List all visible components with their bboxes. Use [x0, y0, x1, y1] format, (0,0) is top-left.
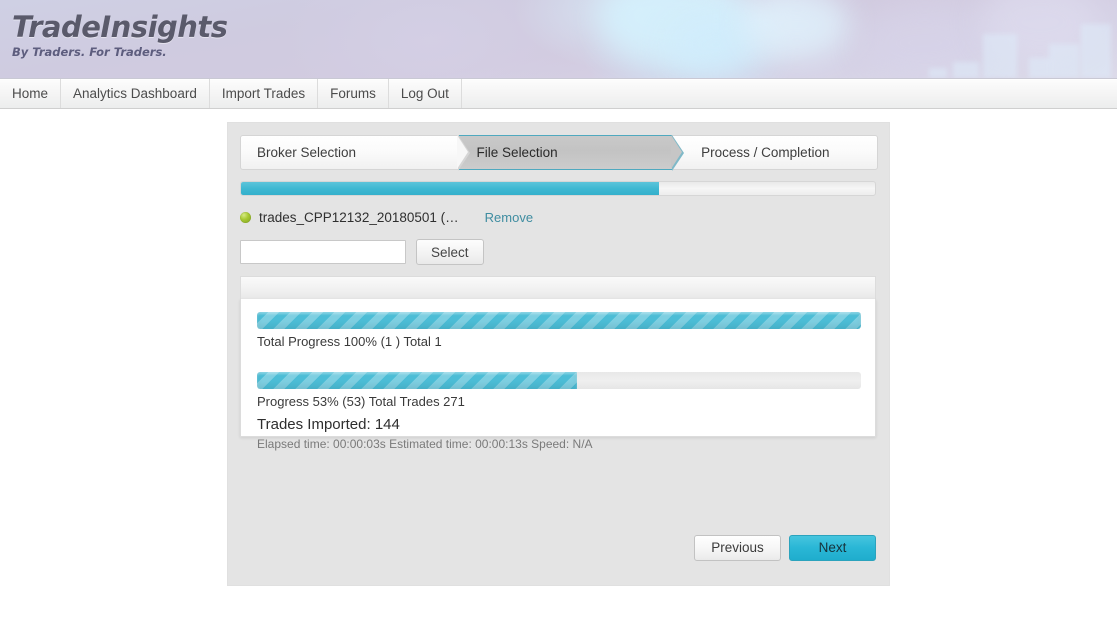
wizard-step-label: Broker Selection [257, 145, 357, 160]
wizard-step-file-selection[interactable]: File Selection [458, 135, 685, 171]
nav-item-log-out[interactable]: Log Out [389, 79, 462, 108]
select-file-button[interactable]: Select [416, 239, 484, 265]
wizard-footer-buttons: Previous Next [694, 535, 876, 561]
site-logo[interactable]: TradeInsights By Traders. For Traders. [12, 13, 228, 59]
logo-title: TradeInsights [12, 10, 228, 44]
trades-imported-label: Trades Imported: 144 [257, 416, 400, 433]
results-panel-header [240, 276, 876, 299]
overall-progress-fill [241, 182, 660, 195]
main-navigation: Home Analytics Dashboard Import Trades F… [0, 79, 1117, 109]
header-pixel-blocks [787, 16, 1117, 78]
step-chevron-inner-icon [456, 135, 468, 169]
wizard-step-label: File Selection [476, 145, 558, 160]
wizard-step-broker-selection[interactable]: Broker Selection [240, 135, 470, 171]
wizard-steps: Broker Selection File Selection Process … [240, 135, 879, 171]
file-select-row: Select [240, 239, 484, 265]
wizard-step-label: Process / Completion [701, 145, 830, 160]
import-wizard-card: Broker Selection File Selection Process … [228, 123, 889, 585]
trade-progress-track [257, 372, 861, 389]
logo-tagline: By Traders. For Traders. [12, 45, 167, 59]
total-progress-fill [257, 312, 861, 329]
step-chevron-inner-icon [671, 135, 683, 169]
page-body: Broker Selection File Selection Process … [0, 109, 1117, 620]
nav-item-import-trades[interactable]: Import Trades [210, 79, 319, 108]
nav-item-forums[interactable]: Forums [318, 79, 389, 108]
previous-button[interactable]: Previous [694, 535, 781, 561]
selected-file-row: trades_CPP12132_20180501 (… Remove [240, 205, 876, 229]
overall-progress-track [240, 181, 876, 196]
trade-progress-caption: Progress 53% (53) Total Trades 271 [257, 394, 465, 409]
total-progress-caption: Total Progress 100% (1 ) Total 1 [257, 334, 442, 349]
site-header: TradeInsights By Traders. For Traders. [0, 0, 1117, 79]
nav-item-analytics-dashboard[interactable]: Analytics Dashboard [61, 79, 210, 108]
results-panel: Total Progress 100% (1 ) Total 1 Progres… [240, 299, 876, 451]
nav-item-home[interactable]: Home [0, 79, 62, 108]
next-button[interactable]: Next [789, 535, 876, 561]
selected-file-name: trades_CPP12132_20180501 (… [259, 209, 459, 225]
file-status-dot-icon [240, 211, 251, 223]
total-progress-track [257, 312, 861, 329]
wizard-step-process-completion[interactable]: Process / Completion [672, 135, 879, 170]
trade-progress-fill [257, 372, 578, 389]
file-path-input[interactable] [240, 240, 406, 264]
timing-status-label: Elapsed time: 00:00:03s Estimated time: … [257, 437, 593, 451]
remove-file-link[interactable]: Remove [485, 210, 533, 225]
